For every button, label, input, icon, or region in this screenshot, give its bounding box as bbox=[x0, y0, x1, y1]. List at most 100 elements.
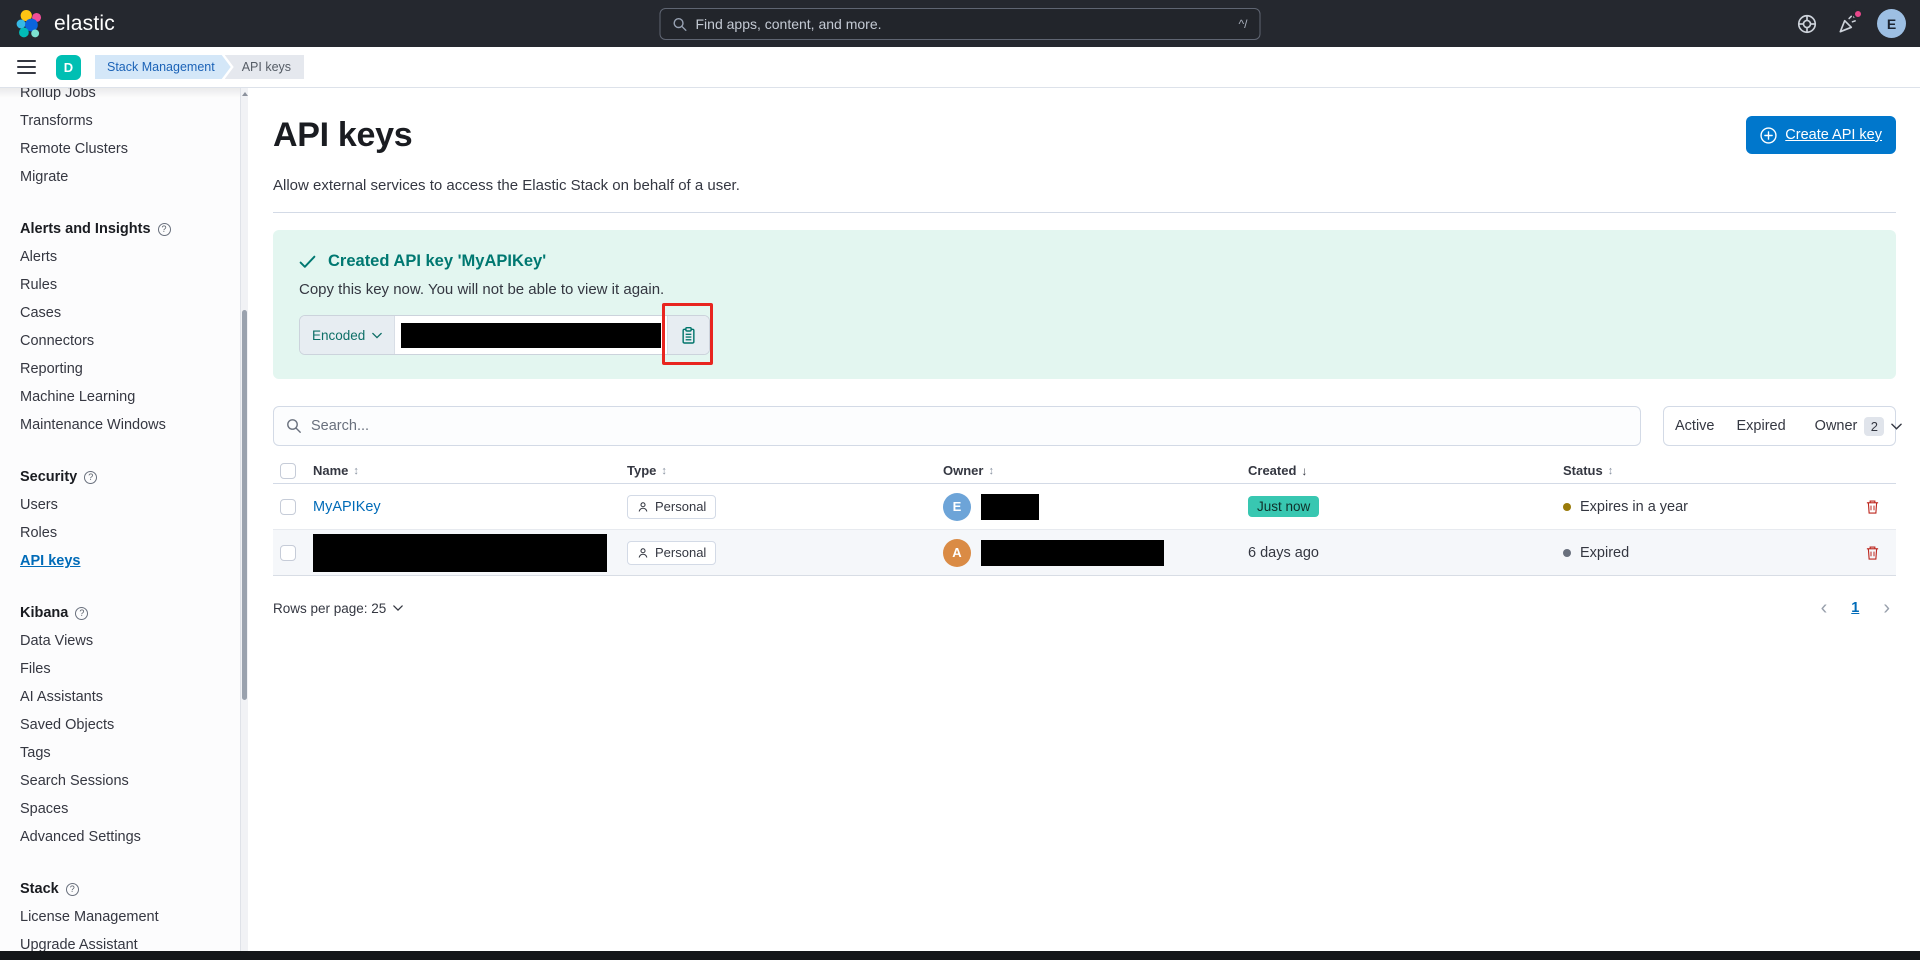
sidebar-item[interactable]: Users ? bbox=[20, 491, 248, 519]
status-dot bbox=[1563, 503, 1571, 511]
sidebar-item[interactable]: AI Assistants ? bbox=[20, 683, 248, 711]
owner-cell: A bbox=[943, 539, 1248, 567]
sidebar-section-header: Security ? bbox=[20, 463, 248, 491]
sidebar-item[interactable]: Reporting ? bbox=[20, 355, 248, 383]
callout-body: Copy this key now. You will not be able … bbox=[299, 281, 1870, 298]
status-cell: Expired bbox=[1563, 545, 1848, 561]
sort-desc-icon bbox=[1301, 464, 1307, 478]
rows-per-page-select[interactable]: Rows per page: 25 bbox=[273, 601, 403, 616]
elastic-home-link[interactable]: elastic bbox=[0, 9, 115, 39]
search-icon bbox=[286, 418, 302, 434]
page-number-1[interactable]: 1 bbox=[1851, 600, 1859, 616]
sidebar-item[interactable]: Maintenance Windows ? bbox=[20, 411, 248, 439]
api-key-field-group: Encoded bbox=[299, 315, 710, 355]
filter-expired[interactable]: Expired bbox=[1726, 418, 1797, 434]
user-icon bbox=[637, 501, 649, 513]
created-text: 6 days ago bbox=[1248, 545, 1563, 561]
divider bbox=[273, 212, 1896, 213]
copy-icon bbox=[679, 326, 698, 345]
column-header-type[interactable]: Type bbox=[627, 463, 943, 478]
sidebar-item[interactable]: Data Views ? bbox=[20, 627, 248, 655]
space-badge[interactable]: D bbox=[56, 55, 81, 80]
sidebar-item[interactable]: Rules ? bbox=[20, 271, 248, 299]
sidebar-item[interactable]: Connectors ? bbox=[20, 327, 248, 355]
filter-owner[interactable]: Owner 2 bbox=[1803, 417, 1915, 436]
sidebar-item[interactable]: Migrate ? bbox=[20, 163, 248, 191]
owner-name-redacted bbox=[981, 494, 1039, 520]
sidebar-item[interactable]: Rollup Jobs ? bbox=[20, 88, 248, 107]
page-title: API keys bbox=[273, 116, 412, 155]
sidebar-item[interactable]: Files ? bbox=[20, 655, 248, 683]
api-key-name-redacted bbox=[313, 534, 607, 572]
delete-key-button[interactable] bbox=[1859, 540, 1885, 566]
sidebar-item[interactable]: Alerts ? bbox=[20, 243, 248, 271]
sidebar-item[interactable]: Advanced Settings ? bbox=[20, 823, 248, 851]
sidebar-nav-list: Rollup Jobs ? Transforms ? Remote Cluste… bbox=[0, 88, 248, 959]
global-search-placeholder: Find apps, content, and more. bbox=[696, 16, 1231, 32]
global-search-input[interactable]: Find apps, content, and more. ^/ bbox=[660, 8, 1261, 40]
row-checkbox[interactable] bbox=[280, 499, 296, 515]
chevron-down-icon bbox=[393, 605, 403, 611]
user-icon bbox=[637, 547, 649, 559]
delete-key-button[interactable] bbox=[1859, 494, 1885, 520]
previous-page-button[interactable]: ‹ bbox=[1821, 598, 1828, 618]
chevron-down-icon bbox=[1891, 423, 1902, 430]
trash-icon bbox=[1865, 545, 1880, 561]
sidebar-item[interactable]: Cases ? bbox=[20, 299, 248, 327]
help-icon: ? bbox=[84, 471, 97, 484]
column-header-owner[interactable]: Owner bbox=[943, 463, 1248, 478]
owner-avatar: A bbox=[943, 539, 971, 567]
sidebar-item[interactable]: Transforms ? bbox=[20, 107, 248, 135]
elastic-logo-icon bbox=[15, 9, 45, 39]
trash-icon bbox=[1865, 499, 1880, 515]
search-icon bbox=[673, 17, 688, 32]
api-key-value[interactable] bbox=[395, 316, 667, 354]
sidebar-item[interactable]: License Management ? bbox=[20, 903, 248, 931]
filter-active[interactable]: Active bbox=[1664, 418, 1726, 434]
status-dot bbox=[1563, 549, 1571, 557]
create-api-key-button[interactable]: Create API key bbox=[1746, 116, 1896, 154]
owner-cell: E bbox=[943, 493, 1248, 521]
sidebar-item[interactable]: Saved Objects ? bbox=[20, 711, 248, 739]
sidebar-item[interactable]: Machine Learning ? bbox=[20, 383, 248, 411]
next-page-button[interactable]: › bbox=[1883, 598, 1890, 618]
help-icon[interactable] bbox=[1795, 12, 1819, 36]
brand-text: elastic bbox=[54, 12, 115, 36]
main-content: API keys Create API key Allow external s… bbox=[248, 88, 1920, 960]
select-all-checkbox[interactable] bbox=[280, 463, 296, 479]
encoded-format-select[interactable]: Encoded bbox=[300, 316, 395, 354]
help-icon: ? bbox=[66, 883, 79, 896]
sidebar-item[interactable]: Remote Clusters ? bbox=[20, 135, 248, 163]
notification-dot bbox=[1853, 9, 1863, 19]
sidebar-item[interactable]: Search Sessions ? bbox=[20, 767, 248, 795]
search-placeholder: Search... bbox=[311, 418, 369, 434]
type-badge: Personal bbox=[627, 541, 716, 565]
created-key-callout: Created API key 'MyAPIKey' Copy this key… bbox=[273, 230, 1896, 379]
breadcrumb-stack-management[interactable]: Stack Management bbox=[95, 55, 231, 79]
help-icon: ? bbox=[75, 607, 88, 620]
newsfeed-icon[interactable] bbox=[1836, 12, 1860, 36]
sidebar-item[interactable]: Roles ? bbox=[20, 519, 248, 547]
owner-count-badge: 2 bbox=[1864, 417, 1884, 436]
chevron-down-icon bbox=[372, 332, 382, 339]
column-header-name[interactable]: Name bbox=[313, 463, 627, 478]
menu-icon[interactable] bbox=[17, 57, 36, 78]
sidebar-section-header: Stack ? bbox=[20, 875, 248, 903]
sidebar-item[interactable]: API keys ? bbox=[20, 547, 248, 575]
sort-icon bbox=[1608, 465, 1614, 477]
column-header-status[interactable]: Status bbox=[1563, 463, 1848, 478]
copy-key-button[interactable] bbox=[667, 316, 709, 354]
sidebar-item[interactable]: Spaces ? bbox=[20, 795, 248, 823]
column-header-created[interactable]: Created bbox=[1248, 463, 1563, 478]
table-search-input[interactable]: Search... bbox=[273, 406, 1641, 446]
row-checkbox[interactable] bbox=[280, 545, 296, 561]
type-badge: Personal bbox=[627, 495, 716, 519]
owner-name-redacted bbox=[981, 540, 1164, 566]
scrollbar-thumb[interactable] bbox=[242, 310, 247, 700]
sidebar-item[interactable]: Tags ? bbox=[20, 739, 248, 767]
sidebar-scrollbar[interactable] bbox=[240, 88, 248, 960]
plus-circle-icon bbox=[1760, 127, 1777, 144]
breadcrumb-api-keys[interactable]: API keys bbox=[225, 55, 304, 79]
user-avatar[interactable]: E bbox=[1877, 9, 1906, 38]
api-key-name-link[interactable]: MyAPIKey bbox=[313, 499, 627, 515]
